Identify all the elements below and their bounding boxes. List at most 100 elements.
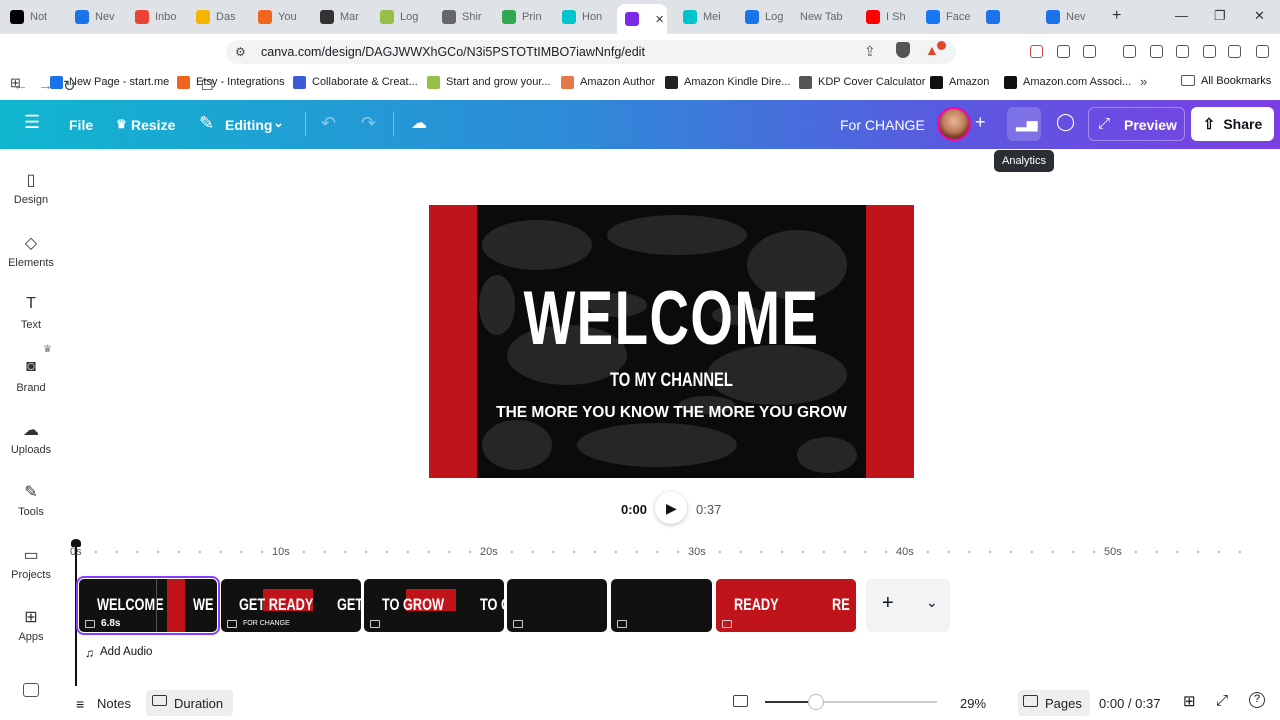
browser-tab[interactable]: I Sh (866, 5, 906, 29)
grid-view-icon[interactable]: ⊞ (1183, 692, 1196, 710)
browser-tab[interactable]: Das (196, 5, 236, 29)
browser-tab[interactable]: Log (745, 5, 783, 29)
playhead-handle[interactable] (71, 539, 81, 547)
bookmark-item[interactable]: New Page - start.me (50, 70, 169, 94)
timeline-clip[interactable]: READY RE (716, 579, 856, 632)
timeline-clip[interactable] (507, 579, 607, 632)
crown-icon: ♛ (116, 117, 127, 131)
chevron-down-icon[interactable]: ⌄ (926, 594, 938, 611)
brave-shield-icon[interactable] (896, 42, 910, 58)
minimize-button[interactable]: — (1175, 8, 1188, 23)
browser-tab[interactable]: Mar (320, 5, 359, 29)
chevron-down-icon[interactable]: ⌄ (273, 115, 284, 131)
site-info-icon[interactable]: ⚙ (235, 45, 246, 59)
browser-tab[interactable]: Nev (1046, 5, 1086, 29)
browser-tab[interactable]: You (258, 5, 297, 29)
sidebar-item-design[interactable]: ▯ Design (0, 170, 62, 206)
zoom-level[interactable]: 29% (960, 696, 986, 711)
screenshot-icon[interactable] (1083, 45, 1096, 58)
vpn-icon[interactable] (1228, 45, 1241, 58)
avatar[interactable] (937, 107, 971, 141)
add-page-button[interactable]: + (882, 592, 894, 615)
browser-tab[interactable]: Mei (683, 5, 721, 29)
magic-media-icon[interactable] (23, 683, 39, 697)
sidebar-icon[interactable] (1150, 45, 1163, 58)
sidebar-item-projects[interactable]: ▭ Projects (0, 545, 62, 581)
apps-grid-icon[interactable]: ⊞ (10, 75, 21, 91)
browser-tab[interactable]: Inbo (135, 5, 176, 29)
slide-canvas[interactable]: WELCOME TO MY CHANNEL THE MORE YOU KNOW … (429, 205, 914, 478)
bookmark-item[interactable]: Etsy - Integrations (177, 70, 285, 94)
timeline-ruler[interactable] (75, 540, 1245, 560)
canva-video-icon (625, 12, 639, 26)
bookmark-item[interactable]: Amazon Author (561, 70, 655, 94)
bookmark-item[interactable]: Amazon (930, 70, 989, 94)
sidebar-item-elements[interactable]: ◇ Elements (0, 233, 62, 269)
ai-star-icon[interactable] (1203, 45, 1216, 58)
share-button[interactable]: ⇧ Share (1191, 107, 1274, 141)
bookmark-item[interactable]: KDP Cover Calculator (799, 70, 925, 94)
close-window-button[interactable]: ✕ (1254, 8, 1265, 24)
slide-tagline[interactable]: THE MORE YOU KNOW THE MORE YOU GROW (429, 404, 914, 422)
bookmark-item[interactable]: Amazon Kindle Dire... (665, 70, 790, 94)
bookmark-item[interactable]: Collaborate & Creat... (293, 70, 418, 94)
playhead[interactable] (75, 540, 77, 686)
timeline-clip[interactable]: TO GROW TO G (364, 579, 504, 632)
menu-icon[interactable]: ☰ (24, 112, 40, 133)
browser-tab[interactable] (986, 5, 1006, 29)
file-menu[interactable]: File (69, 117, 93, 133)
sidebar-item-text[interactable]: T Text (0, 295, 62, 331)
help-icon[interactable]: ? (1249, 692, 1265, 708)
browser-tab[interactable]: Log (380, 5, 418, 29)
comment-icon[interactable]: ◯ (1056, 112, 1075, 132)
resize-button[interactable]: Resize (131, 117, 175, 133)
clip-divider (156, 579, 157, 632)
team-name[interactable]: For CHANGE (840, 117, 925, 133)
bookmark-favicon-icon (177, 75, 190, 89)
undo-icon[interactable]: ↶ (321, 113, 336, 134)
kebab-menu-icon[interactable] (1256, 45, 1269, 58)
slide-headline[interactable]: WELCOME (497, 275, 846, 362)
folder-icon (1181, 75, 1195, 86)
sidebar-item-uploads[interactable]: ☁ Uploads (0, 420, 62, 456)
add-collaborator-icon[interactable]: + (975, 112, 986, 133)
browser-tab[interactable]: Not (10, 5, 47, 29)
new-tab-button[interactable]: + (1112, 7, 1121, 25)
browser-tab[interactable]: Shir (442, 5, 482, 29)
puzzle-icon[interactable] (1057, 45, 1070, 58)
restore-button[interactable]: ❐ (1214, 8, 1226, 24)
more-bookmarks-button[interactable]: » (1140, 74, 1147, 89)
sidebar-item-label: Apps (18, 631, 44, 643)
cloud-save-icon[interactable]: ☁ (411, 113, 427, 133)
bookmark-item[interactable]: Start and grow your... (427, 70, 551, 94)
fullscreen-icon[interactable]: ⤢ (1216, 692, 1228, 709)
browser-tab[interactable]: Hon (562, 5, 602, 29)
bookmark-item[interactable]: Amazon.com Associ... (1004, 70, 1131, 94)
all-bookmarks[interactable]: All Bookmarks (1201, 75, 1271, 87)
sidebar-item-brand[interactable]: ◙ Brand (0, 358, 62, 394)
zoom-slider-thumb[interactable] (808, 694, 824, 710)
browser-tab[interactable]: Nev (75, 5, 115, 29)
sidebar-item-tools[interactable]: ✎ Tools (0, 482, 62, 518)
browser-tab[interactable]: Prin (502, 5, 542, 29)
timeline-clip[interactable]: GET READY GET R FOR CHANGE (221, 579, 361, 632)
sidebar-item-apps[interactable]: ⊞ Apps (0, 607, 62, 643)
timeline-clip[interactable]: WELCOME WE 6.8s (76, 576, 220, 635)
close-tab-icon[interactable]: ✕ (655, 13, 664, 26)
add-audio-button[interactable]: Add Audio (100, 646, 152, 658)
editing-dropdown[interactable]: Editing (225, 117, 272, 133)
notes-button[interactable]: Notes (97, 696, 131, 711)
hide-pages-icon[interactable] (733, 695, 748, 707)
browser-tab[interactable]: ✕ (617, 4, 667, 34)
wallet-icon[interactable] (1176, 45, 1189, 58)
music-icon[interactable] (1123, 45, 1136, 58)
share-page-icon[interactable]: ⇪ (864, 43, 876, 60)
redo-icon[interactable]: ↷ (361, 113, 376, 134)
clip-label-tail: RE (832, 595, 850, 614)
browser-tab[interactable]: New Tab (800, 5, 843, 29)
megaphone-icon[interactable] (1030, 45, 1043, 58)
timeline-clip[interactable] (611, 579, 712, 632)
browser-tab[interactable]: Face (926, 5, 970, 29)
url-text[interactable]: canva.com/design/DAGJWWXhGCo/N3i5PSTOTtI… (261, 45, 645, 59)
slide-subtitle[interactable]: TO MY CHANNEL (482, 370, 860, 392)
